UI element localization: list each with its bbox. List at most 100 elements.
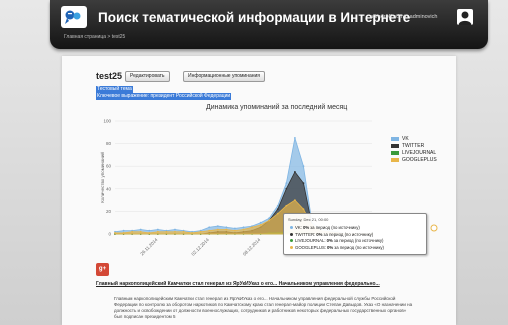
- data-point-googleplus: [131, 230, 134, 233]
- x-tick-label: 02.12.2014: [190, 237, 210, 257]
- data-point-googleplus: [242, 228, 245, 231]
- data-point-vk: [294, 137, 296, 139]
- tooltip-percent: 0%: [316, 231, 323, 237]
- tooltip-row: GOOGLEPLUS: 0% за период (по источнику): [290, 245, 384, 250]
- data-point-googleplus: [191, 231, 194, 234]
- data-point-vk: [259, 221, 262, 224]
- legend-swatch: [391, 136, 399, 141]
- data-point-twitter: [294, 170, 296, 173]
- data-point-googleplus: [114, 231, 116, 234]
- logo-icon: [65, 10, 81, 24]
- tooltip-percent: 0%: [327, 244, 334, 250]
- y-tick-label: 60: [106, 164, 112, 169]
- data-point-googleplus: [182, 230, 185, 233]
- data-point-vk: [148, 229, 151, 232]
- data-point-googleplus: [268, 219, 271, 222]
- data-point-googleplus: [139, 230, 142, 233]
- data-point-vk: [122, 229, 125, 232]
- data-point-googleplus: [156, 230, 159, 233]
- y-axis-label: Количество упоминаний: [99, 152, 105, 203]
- breadcrumb: Главная страница > test25: [64, 34, 125, 40]
- site-logo[interactable]: [61, 6, 87, 28]
- data-point-twitter: [276, 208, 279, 211]
- legend-swatch: [391, 143, 399, 148]
- tooltip-dot: [290, 226, 293, 229]
- data-point-googleplus: [148, 231, 151, 234]
- data-point-googleplus: [165, 230, 168, 233]
- legend-label: VK: [402, 135, 409, 142]
- data-point-vk: [268, 217, 271, 220]
- data-point-googleplus: [259, 224, 262, 226]
- data-point-googleplus: [225, 228, 228, 231]
- tooltip-text: за период (по источнику): [310, 225, 360, 230]
- data-point-vk: [139, 228, 142, 231]
- data-point-googleplus: [302, 208, 305, 211]
- result-snippet: Главным наркополицейским Камчатки стал г…: [114, 296, 413, 319]
- tooltip-row: TWITTER: 0% за период (по источнику): [290, 232, 373, 237]
- data-point-googleplus: [199, 230, 202, 233]
- data-point-twitter: [302, 182, 305, 185]
- tooltip-row: LIVEJOURNAL: 0% за период (по источнику): [290, 238, 383, 243]
- header-bar: Поиск тематической информации в Интернет…: [50, 0, 488, 49]
- tooltip-series-name: TWITTER:: [295, 231, 316, 237]
- data-point-googleplus: [251, 226, 253, 229]
- y-tick-label: 80: [106, 141, 112, 146]
- x-tick-label: 08.12.2014: [242, 237, 262, 257]
- y-tick-label: 40: [106, 186, 112, 191]
- data-point-googleplus: [285, 204, 288, 207]
- legend-item-twitter[interactable]: TWITTER: [391, 142, 437, 149]
- data-point-googleplus: [174, 230, 176, 233]
- tooltip-series-name: VK:: [295, 225, 302, 230]
- site-title: Поиск тематической информации в Интернет…: [98, 10, 411, 25]
- tooltip-percent: 0%: [302, 225, 310, 230]
- data-point-twitter: [285, 187, 288, 190]
- data-point-vk: [302, 165, 305, 168]
- data-point-vk: [174, 228, 176, 231]
- tooltip-text: за период (по источнику): [333, 238, 384, 243]
- data-point-vk: [234, 227, 236, 230]
- chart-legend: VK TWITTER LIVEJOURNAL GOOGLEPLUS: [391, 135, 437, 163]
- legend-swatch: [391, 150, 399, 155]
- content-panel: test25 Редактировать Информационные упом…: [62, 56, 456, 325]
- legend-item-vk[interactable]: VK: [391, 135, 437, 142]
- data-point-googleplus: [208, 229, 211, 232]
- data-point-googleplus: [276, 212, 279, 215]
- data-point-googleplus: [294, 199, 296, 202]
- data-point-googleplus: [234, 229, 236, 232]
- legend-item-livejournal[interactable]: LIVEJOURNAL: [391, 149, 437, 156]
- legend-label: LIVEJOURNAL: [402, 149, 437, 156]
- data-point-vk: [242, 226, 245, 229]
- breadcrumb-current: test25: [111, 34, 126, 40]
- data-point-vk: [216, 225, 219, 227]
- data-point-googleplus: [122, 231, 125, 234]
- result-title-link[interactable]: Главный наркополицейский Камчатки стал г…: [96, 281, 416, 287]
- tooltip-series-name: GOOGLEPLUS:: [295, 244, 327, 250]
- y-tick-label: 20: [106, 209, 112, 214]
- tooltip-dot: [290, 245, 293, 249]
- tooltip-dot: [290, 239, 293, 242]
- legend-swatch: [391, 157, 399, 162]
- y-tick-label: 0: [108, 232, 111, 237]
- legend-label: GOOGLEPLUS: [402, 156, 437, 163]
- x-tick-label: 26.11.2014: [139, 237, 159, 257]
- breadcrumb-home[interactable]: Главная страница: [64, 34, 106, 40]
- tooltip-series-name: LIVEJOURNAL:: [295, 238, 326, 243]
- hover-marker: [430, 224, 438, 232]
- y-tick-label: 100: [103, 119, 111, 124]
- legend-item-googleplus[interactable]: GOOGLEPLUS: [391, 156, 437, 163]
- data-point-vk: [208, 226, 211, 229]
- data-point-vk: [276, 204, 279, 207]
- tooltip-row: VK: 0% за период (по источнику): [290, 225, 360, 230]
- tooltip-percent: 0%: [326, 238, 333, 243]
- data-point-vk: [285, 182, 288, 185]
- tooltip-text: за период (по источнику): [334, 244, 384, 250]
- googleplus-icon: g+: [96, 263, 109, 276]
- user-avatar-icon[interactable]: [457, 9, 473, 25]
- user-name[interactable]: admeroff admin adminovich: [370, 14, 437, 20]
- tooltip-dot: [290, 232, 293, 236]
- data-point-vk: [156, 228, 159, 231]
- page: Поиск тематической информации в Интернет…: [0, 0, 508, 325]
- chart-tooltip: Sunday, Dec 21, 00:00 VK: 0% за период (по…: [283, 213, 427, 255]
- legend-label: TWITTER: [402, 142, 425, 149]
- tooltip-text: за период (по источнику): [323, 231, 374, 237]
